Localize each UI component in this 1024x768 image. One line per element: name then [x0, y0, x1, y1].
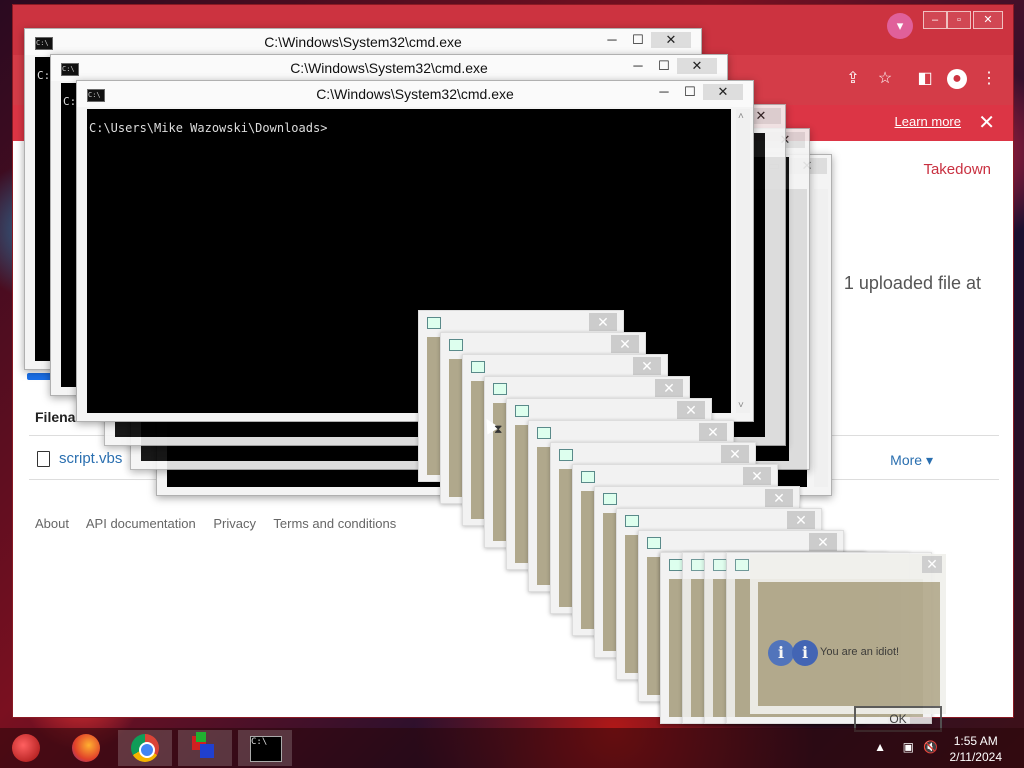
- network-icon[interactable]: ▣: [903, 740, 914, 754]
- firefox-icon: [72, 734, 100, 762]
- dialog-message: You are an idiot!: [820, 646, 900, 658]
- cmd-prompt: C:: [37, 69, 51, 82]
- more-dropdown[interactable]: More ▾: [890, 452, 933, 469]
- dialog-app-icon: [669, 559, 683, 571]
- cmd-titlebar[interactable]: C:\ C:\Windows\System32\cmd.exe ─ ☐ ✕: [51, 55, 727, 81]
- infobar-close-icon[interactable]: ✕: [978, 110, 995, 135]
- dialog-app-icon: [471, 361, 485, 373]
- dialog-app-icon: [713, 559, 727, 571]
- close-icon[interactable]: ✕: [787, 511, 815, 529]
- cmd-prompt: C:\Users\Mike Wazowski\Downloads>: [89, 121, 328, 135]
- bookmark-star-icon[interactable]: ☆: [875, 69, 895, 89]
- maximize-button[interactable]: ▫: [947, 11, 971, 29]
- dialog-app-icon: [427, 317, 441, 329]
- idiot-dialog-front[interactable]: ✕ i i You are an idiot! OK: [750, 554, 946, 732]
- dialog-app-icon: [449, 339, 463, 351]
- sidepanel-icon[interactable]: ◧: [915, 69, 935, 89]
- close-icon[interactable]: ✕: [721, 445, 749, 463]
- volume-muted-icon[interactable]: 🔇: [923, 740, 938, 754]
- info-icon: i: [792, 640, 818, 666]
- scroll-down-icon[interactable]: ˅: [738, 400, 744, 411]
- close-icon[interactable]: ✕: [677, 58, 717, 74]
- close-icon[interactable]: ✕: [743, 467, 771, 485]
- footer-terms[interactable]: Terms and conditions: [273, 516, 396, 531]
- start-orb-icon: [12, 734, 40, 762]
- close-icon[interactable]: ✕: [633, 357, 661, 375]
- dialog-app-icon: [581, 471, 595, 483]
- dialog-app-icon: [691, 559, 705, 571]
- file-icon: [37, 451, 50, 467]
- app-taskbar-button[interactable]: [178, 730, 232, 766]
- taskbar-clock[interactable]: 1:55 AM 2/11/2024: [950, 733, 1003, 765]
- footer-privacy[interactable]: Privacy: [213, 516, 256, 531]
- cmd-window-controls: ─ ☐ ✕: [599, 32, 691, 48]
- uploaded-text: 1 uploaded file at: [843, 273, 981, 293]
- minimize-icon[interactable]: ─: [651, 84, 677, 99]
- dialog-app-icon: [735, 559, 749, 571]
- close-icon[interactable]: ✕: [699, 423, 727, 441]
- file-link[interactable]: script.vbs: [59, 450, 122, 467]
- dialog-app-icon: [493, 383, 507, 395]
- cmd-prompt: C:: [63, 95, 77, 108]
- dialog-app-icon: [625, 515, 639, 527]
- close-icon[interactable]: ✕: [651, 32, 691, 48]
- close-icon[interactable]: ✕: [677, 401, 705, 419]
- close-icon[interactable]: ✕: [765, 489, 793, 507]
- close-icon[interactable]: ✕: [589, 313, 617, 331]
- scrollbar[interactable]: [814, 189, 828, 487]
- maximize-icon[interactable]: ☐: [625, 32, 651, 48]
- profile-dropdown-icon[interactable]: ▾: [887, 13, 913, 39]
- cmd-icon: C:\: [250, 736, 282, 762]
- dialog-body: i i You are an idiot! OK: [758, 582, 942, 732]
- clock-time: 1:55 AM: [953, 734, 998, 748]
- maximize-icon[interactable]: ☐: [677, 84, 703, 100]
- cmd-window-controls: ─ ☐ ✕: [625, 58, 717, 74]
- clock-date: 2/11/2024: [949, 750, 1003, 764]
- scrollbar[interactable]: ˄ ˅: [736, 109, 750, 413]
- share-icon[interactable]: ⇪: [843, 69, 863, 89]
- footer-api-docs[interactable]: API documentation: [86, 516, 196, 531]
- cmd-taskbar-button[interactable]: C:\: [238, 730, 292, 766]
- close-icon[interactable]: ✕: [611, 335, 639, 353]
- dialog-app-icon: [603, 493, 617, 505]
- minimize-icon[interactable]: ─: [625, 58, 651, 73]
- chrome-icon: [131, 734, 159, 762]
- learn-more-link[interactable]: Learn more: [895, 114, 961, 129]
- close-icon[interactable]: ✕: [703, 84, 743, 100]
- maximize-icon[interactable]: ☐: [651, 58, 677, 74]
- hourglass-icon: ⧗: [494, 422, 503, 436]
- start-button[interactable]: [2, 730, 56, 766]
- minimize-button[interactable]: –: [923, 11, 947, 29]
- cmd-titlebar[interactable]: C:\ C:\Windows\System32\cmd.exe ─ ☐ ✕: [25, 29, 701, 55]
- profile-avatar-icon[interactable]: ●: [947, 69, 967, 89]
- close-icon[interactable]: ✕: [809, 533, 837, 551]
- dialog-app-icon: [559, 449, 573, 461]
- footer-links: About API documentation Privacy Terms an…: [35, 516, 410, 531]
- minimize-icon[interactable]: ─: [599, 32, 625, 47]
- dialog-app-icon: [647, 537, 661, 549]
- info-icon: i: [768, 640, 794, 666]
- dialog-app-icon: [515, 405, 529, 417]
- close-icon[interactable]: ✕: [655, 379, 683, 397]
- footer-about[interactable]: About: [35, 516, 69, 531]
- scroll-up-icon[interactable]: ˄: [738, 111, 744, 122]
- cmd-window-controls: ─ ☐ ✕: [651, 84, 743, 100]
- dialog-app-icon: [537, 427, 551, 439]
- close-icon[interactable]: ✕: [922, 556, 942, 573]
- taskbar: C:\ ▲ ▣ 🔇 1:55 AM 2/11/2024: [0, 728, 1024, 768]
- chrome-taskbar-button[interactable]: [118, 730, 172, 766]
- cmd-titlebar[interactable]: C:\ C:\Windows\System32\cmd.exe ─ ☐ ✕: [77, 81, 753, 107]
- close-button[interactable]: ✕: [973, 11, 1003, 29]
- takedown-link[interactable]: Takedown: [923, 161, 991, 178]
- filename-header: Filena: [35, 409, 76, 425]
- firefox-taskbar-button[interactable]: [60, 730, 114, 766]
- tray-overflow-icon[interactable]: ▲: [874, 740, 886, 754]
- menu-kebab-icon[interactable]: ⋮: [979, 69, 999, 89]
